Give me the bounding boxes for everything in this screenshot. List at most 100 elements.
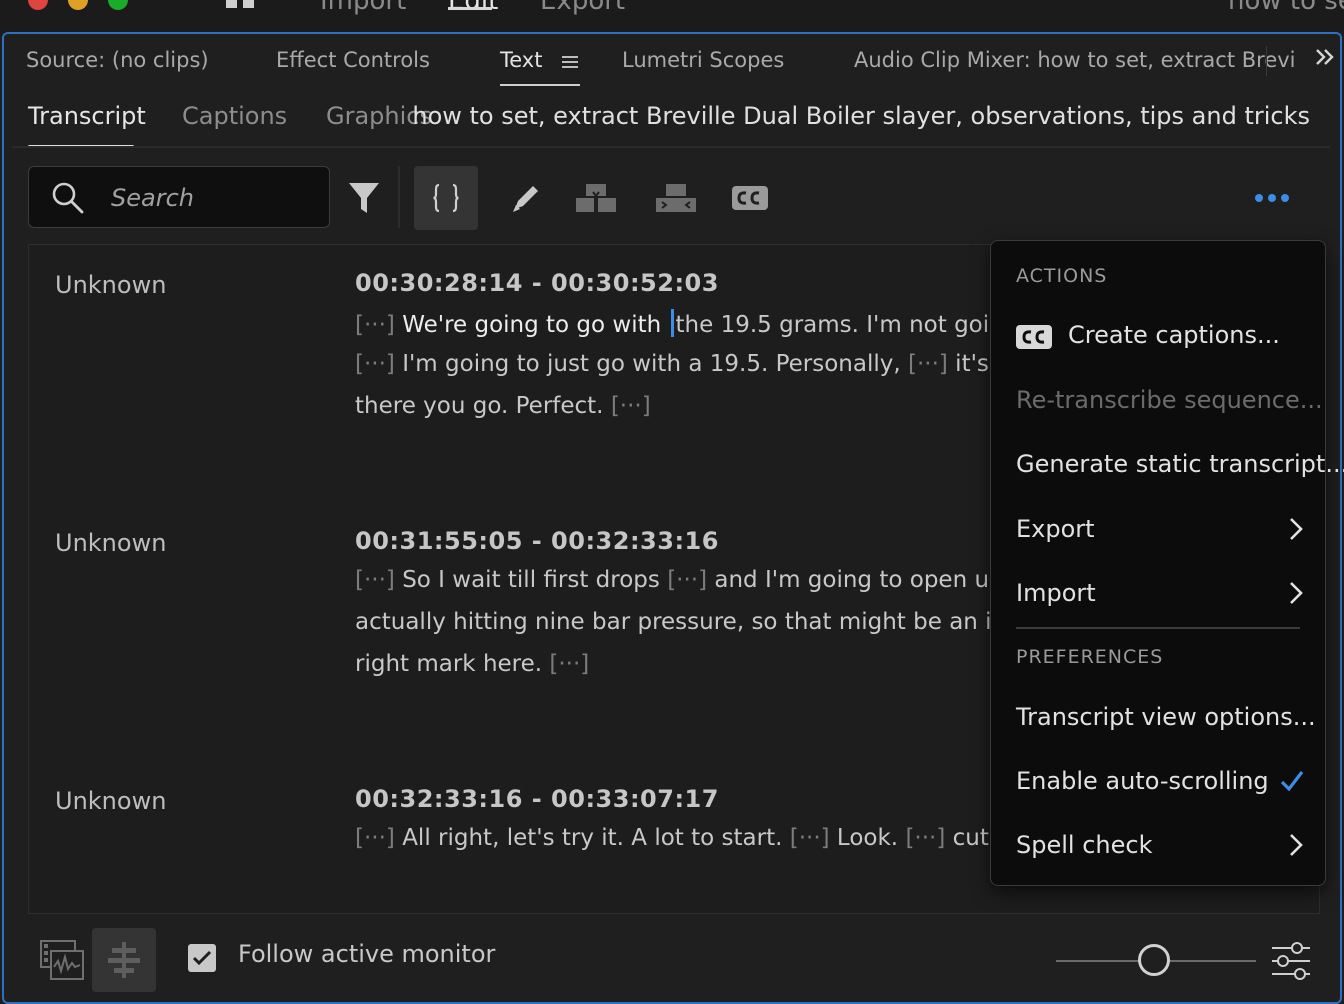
captions-button[interactable] — [718, 166, 782, 230]
subtab-captions[interactable]: Captions — [182, 102, 287, 130]
follow-active-monitor-label: Follow active monitor — [238, 940, 496, 968]
edit-pencil-icon — [513, 186, 538, 212]
zoom-window-button[interactable] — [108, 0, 128, 10]
menu-divider — [1016, 627, 1300, 629]
workspace-tab-export[interactable]: Export — [540, 0, 625, 16]
transcript-text[interactable]: Look. — [830, 825, 906, 851]
pause-marker[interactable]: [···] — [355, 312, 395, 338]
menu-item-label: Spell check — [1016, 831, 1153, 859]
active-workspace-indicator — [448, 7, 492, 10]
more-options-icon — [1255, 194, 1289, 202]
app-header: Import Edit Export how to set — [0, 0, 1344, 32]
pause-marker[interactable]: [···] — [355, 567, 395, 593]
transcript-text[interactable]: actually hitting nine bar pressure, so t… — [355, 609, 1054, 635]
transcript-text[interactable]: there you go. Perfect. — [355, 393, 611, 419]
transcript-text[interactable]: All right, let's try it. A lot to start. — [395, 825, 790, 851]
transcript-toolbar — [4, 162, 1340, 232]
more-options-button[interactable] — [1240, 166, 1304, 230]
tab-lumetri-scopes[interactable]: Lumetri Scopes — [622, 48, 784, 72]
merge-segments-button[interactable] — [414, 166, 478, 230]
tab-text[interactable]: Text — [500, 48, 542, 72]
zoom-slider-thumb[interactable] — [1138, 944, 1170, 976]
subtab-transcript[interactable]: Transcript — [28, 102, 146, 130]
speaker-label[interactable]: Unknown — [55, 271, 166, 299]
menu-item-label: Export — [1016, 515, 1095, 543]
tab-source[interactable]: Source: (no clips) — [26, 48, 209, 72]
split-segment-button[interactable] — [564, 166, 628, 230]
menu-item-spell-check[interactable]: Spell check — [991, 819, 1325, 875]
edit-button[interactable] — [494, 166, 558, 230]
speaker-label[interactable]: Unknown — [55, 529, 166, 557]
checkmark-icon — [192, 950, 212, 966]
merge-clips-button[interactable] — [644, 166, 708, 230]
speaker-label[interactable]: Unknown — [55, 787, 166, 815]
pause-marker[interactable]: [···] — [908, 351, 948, 377]
merge-segments-icon — [433, 183, 459, 213]
menu-item-label: Transcript view options... — [1016, 703, 1316, 731]
menu-item-label: Enable auto-scrolling — [1016, 767, 1269, 795]
menu-item-enable-auto-scrolling[interactable]: Enable auto-scrolling — [991, 755, 1325, 811]
close-window-button[interactable] — [28, 0, 48, 10]
pause-marker[interactable]: [···] — [355, 825, 395, 851]
tab-audio-clip-mixer[interactable]: Audio Clip Mixer: how to set, extract Br… — [854, 48, 1296, 72]
search-icon — [52, 182, 84, 214]
active-tab-indicator — [500, 84, 580, 86]
menu-item-export[interactable]: Export — [991, 503, 1325, 559]
pause-marker[interactable]: [···] — [355, 351, 395, 377]
transcript-text[interactable]: I'm going to just go with a 19.5. Person… — [395, 351, 908, 377]
align-segments-button[interactable] — [92, 928, 156, 992]
tab-effect-controls[interactable]: Effect Controls — [276, 48, 430, 72]
menu-item-transcript-view-options[interactable]: Transcript view options... — [991, 691, 1325, 747]
menu-item-label: Generate static transcript... — [1016, 450, 1344, 478]
workspace-tab-import[interactable]: Import — [320, 0, 406, 16]
search-input[interactable] — [111, 179, 321, 217]
pause-marker[interactable]: [···] — [611, 393, 651, 419]
panel-tab-bar: Source: (no clips) Effect Controls Text … — [4, 34, 1340, 90]
chevron-right-icon — [1290, 834, 1303, 856]
home-icon[interactable] — [226, 0, 254, 8]
document-title: how to set — [1227, 0, 1344, 16]
toolbar-divider — [398, 166, 400, 228]
menu-item-generate-static-transcript[interactable]: Generate static transcript... — [991, 438, 1344, 494]
transcript-line[interactable]: [···] I'm going to just go with a 19.5. … — [355, 351, 1063, 377]
pause-marker[interactable]: [···] — [905, 825, 945, 851]
chevron-right-icon — [1290, 582, 1303, 604]
transcript-line[interactable]: right mark here. [···] — [355, 651, 589, 677]
menu-item-import[interactable]: Import — [991, 567, 1325, 623]
pause-marker[interactable]: [···] — [549, 651, 589, 677]
follow-active-monitor-checkbox[interactable] — [188, 944, 216, 972]
search-box[interactable] — [28, 166, 330, 228]
transcript-text[interactable]: We're going to go with — [395, 312, 661, 338]
sequence-title: how to set, extract Breville Dual Boiler… — [412, 102, 1310, 130]
transcript-line[interactable]: [···] So I wait till first drops [···] a… — [355, 567, 1035, 593]
filmstrip-waveform-icon — [40, 940, 84, 980]
transcript-text[interactable]: and I'm going to open up th — [707, 567, 1034, 593]
double-chevron-right-icon[interactable] — [1314, 46, 1336, 68]
transcript-line[interactable]: there you go. Perfect. [···] — [355, 393, 651, 419]
menu-item-retranscribe: Re-transcribe sequence... — [991, 374, 1325, 430]
transcript-line[interactable]: [···] We're going to go with the 19.5 gr… — [355, 309, 1049, 338]
transcript-text[interactable]: So I wait till first drops — [395, 567, 667, 593]
pause-marker[interactable]: [···] — [790, 825, 830, 851]
menu-section-preferences: PREFERENCES — [1016, 646, 1164, 668]
pause-marker[interactable]: [···] — [667, 567, 707, 593]
closed-captions-icon — [732, 186, 768, 210]
adjustments-icon[interactable] — [1270, 940, 1312, 982]
chevron-right-icon — [1290, 518, 1303, 540]
transcript-line[interactable]: actually hitting nine bar pressure, so t… — [355, 609, 1054, 635]
menu-item-create-captions[interactable]: Create captions... — [991, 309, 1325, 365]
transcript-text[interactable]: right mark here. — [355, 651, 549, 677]
menu-item-label: Create captions... — [1068, 321, 1280, 349]
segment-timecode: 00:31:55:05 - 00:32:33:16 — [355, 527, 719, 555]
minimize-window-button[interactable] — [68, 0, 88, 10]
panel-menu-icon[interactable] — [562, 56, 578, 68]
merge-clips-icon — [656, 184, 696, 212]
sync-to-timeline-button[interactable] — [30, 928, 94, 992]
menu-section-actions: ACTIONS — [1016, 265, 1108, 287]
segment-timecode: 00:30:28:14 - 00:30:52:03 — [355, 269, 719, 297]
filter-button[interactable] — [332, 166, 396, 230]
transcript-line[interactable]: [···] All right, let's try it. A lot to … — [355, 825, 1041, 851]
segment-timecode: 00:32:33:16 - 00:33:07:17 — [355, 785, 719, 813]
closed-captions-icon — [1016, 325, 1052, 349]
split-segment-icon — [576, 184, 616, 212]
